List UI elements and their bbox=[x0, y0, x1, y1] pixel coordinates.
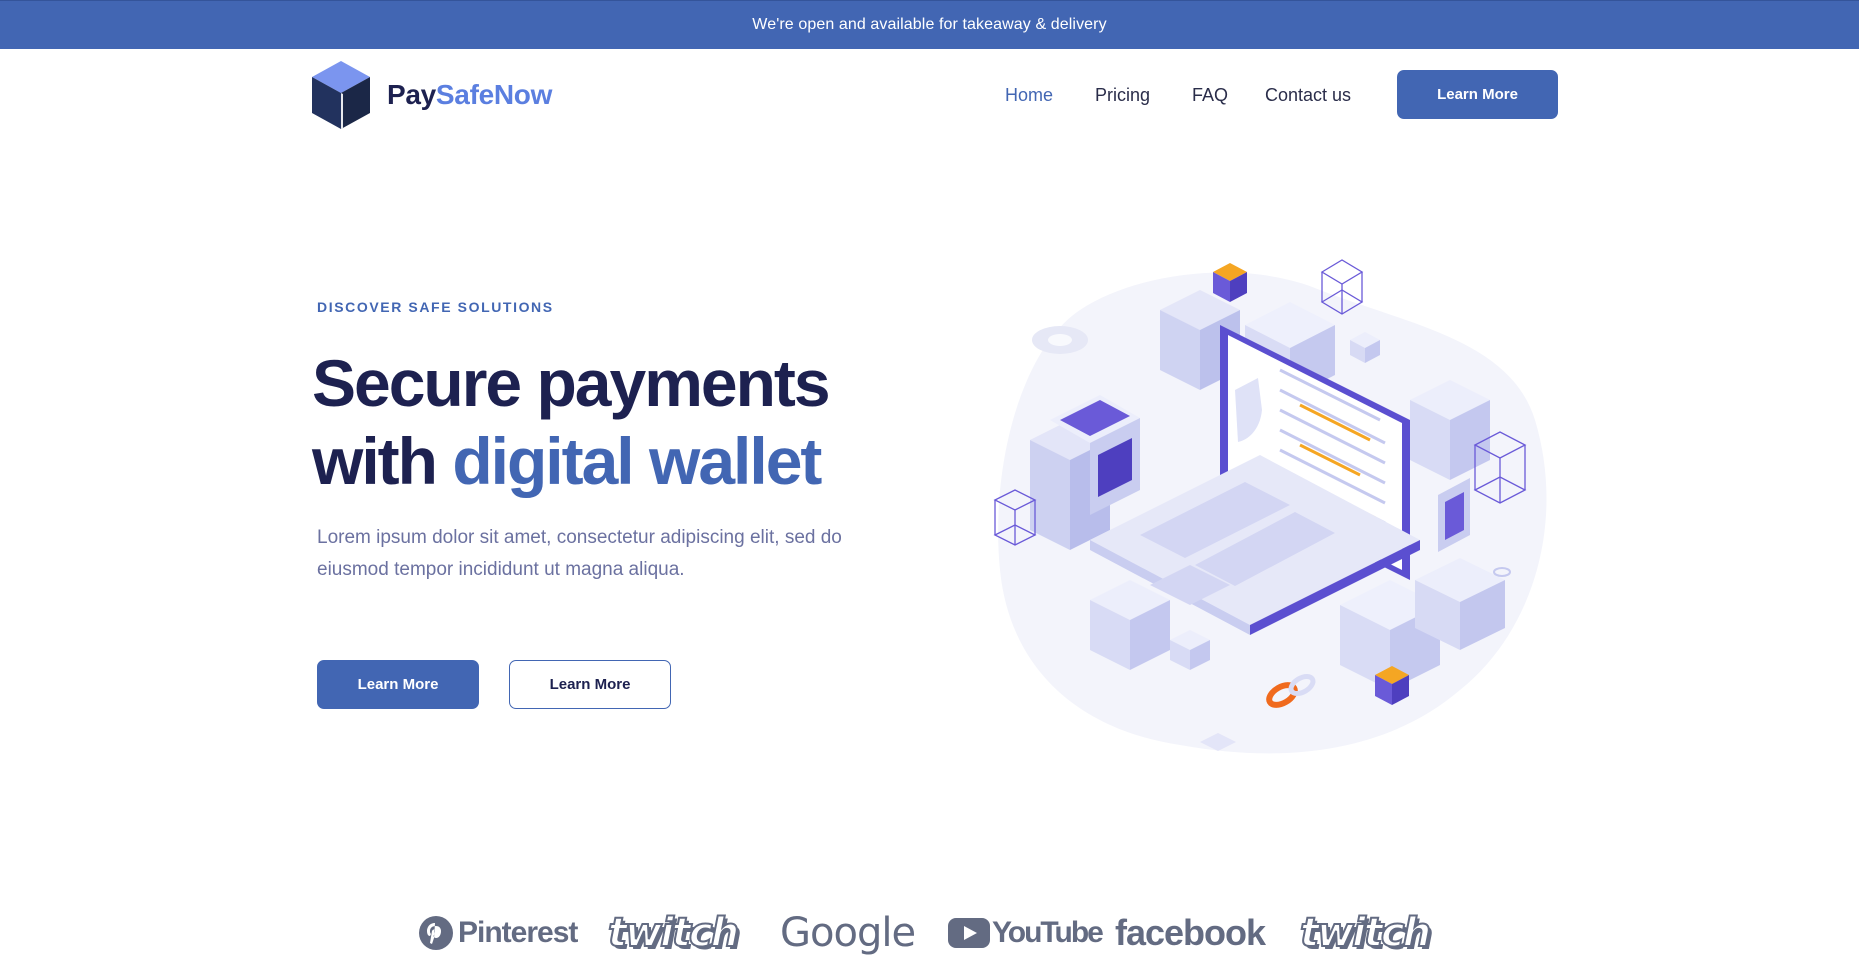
brand-logo-youtube: YouTube bbox=[948, 905, 1104, 961]
brand-logo-facebook: facebook bbox=[1115, 905, 1266, 961]
hero-title-line2-accent: digital wallet bbox=[452, 424, 822, 498]
brand-logo-twitch-2: twitch bbox=[1299, 905, 1432, 961]
brand-name-youtube: YouTube bbox=[992, 916, 1104, 949]
brand-logos-row: Pinterest twitch Google YouTube facebook… bbox=[0, 905, 1859, 965]
announcement-text: We're open and available for takeaway & … bbox=[752, 16, 1107, 33]
header-learn-more-button[interactable]: Learn More bbox=[1397, 70, 1558, 119]
brand-name-part1: Pay bbox=[387, 79, 436, 110]
hero-primary-button[interactable]: Learn More bbox=[317, 660, 479, 709]
hero-description: Lorem ipsum dolor sit amet, consectetur … bbox=[317, 522, 877, 586]
facebook-logo: facebook bbox=[1115, 912, 1266, 953]
nav-link-home[interactable]: Home bbox=[1005, 85, 1053, 106]
hero-description-line2: eiusmod tempor incididunt ut magna aliqu… bbox=[317, 559, 685, 580]
brand-logo-google: Google bbox=[780, 905, 916, 961]
brand-name-part2: SafeNow bbox=[435, 79, 553, 110]
twitch-logo: twitch bbox=[607, 909, 740, 957]
brand-logo-twitch-1: twitch bbox=[607, 905, 740, 961]
isometric-laptop-security-illustration bbox=[993, 259, 1547, 754]
nav-link-contact[interactable]: Contact us bbox=[1265, 85, 1351, 106]
twitch-logo: twitch bbox=[1299, 909, 1432, 957]
pinterest-icon bbox=[419, 916, 453, 950]
hero-title-line2-plain: with bbox=[312, 424, 453, 498]
nav-link-faq[interactable]: FAQ bbox=[1192, 85, 1228, 106]
hero-eyebrow: DISCOVER SAFE SOLUTIONS bbox=[317, 299, 554, 315]
brand-name-pinterest: Pinterest bbox=[458, 916, 578, 949]
google-logo: Google bbox=[780, 910, 916, 956]
brand-name: PaySafeNow bbox=[387, 79, 552, 111]
announcement-bar: We're open and available for takeaway & … bbox=[0, 0, 1859, 49]
hero-title: Secure payments with digital wallet bbox=[312, 344, 831, 500]
brand-logo-pinterest: Pinterest bbox=[418, 905, 578, 961]
hero-secondary-button[interactable]: Learn More bbox=[509, 660, 671, 709]
cube-icon bbox=[312, 61, 370, 129]
site-logo[interactable]: PaySafeNow bbox=[310, 58, 580, 132]
youtube-icon bbox=[948, 918, 990, 948]
hero-description-line1: Lorem ipsum dolor sit amet, consectetur … bbox=[317, 527, 842, 548]
hero-title-line1: Secure payments bbox=[312, 346, 831, 420]
nav-link-pricing[interactable]: Pricing bbox=[1095, 85, 1150, 106]
